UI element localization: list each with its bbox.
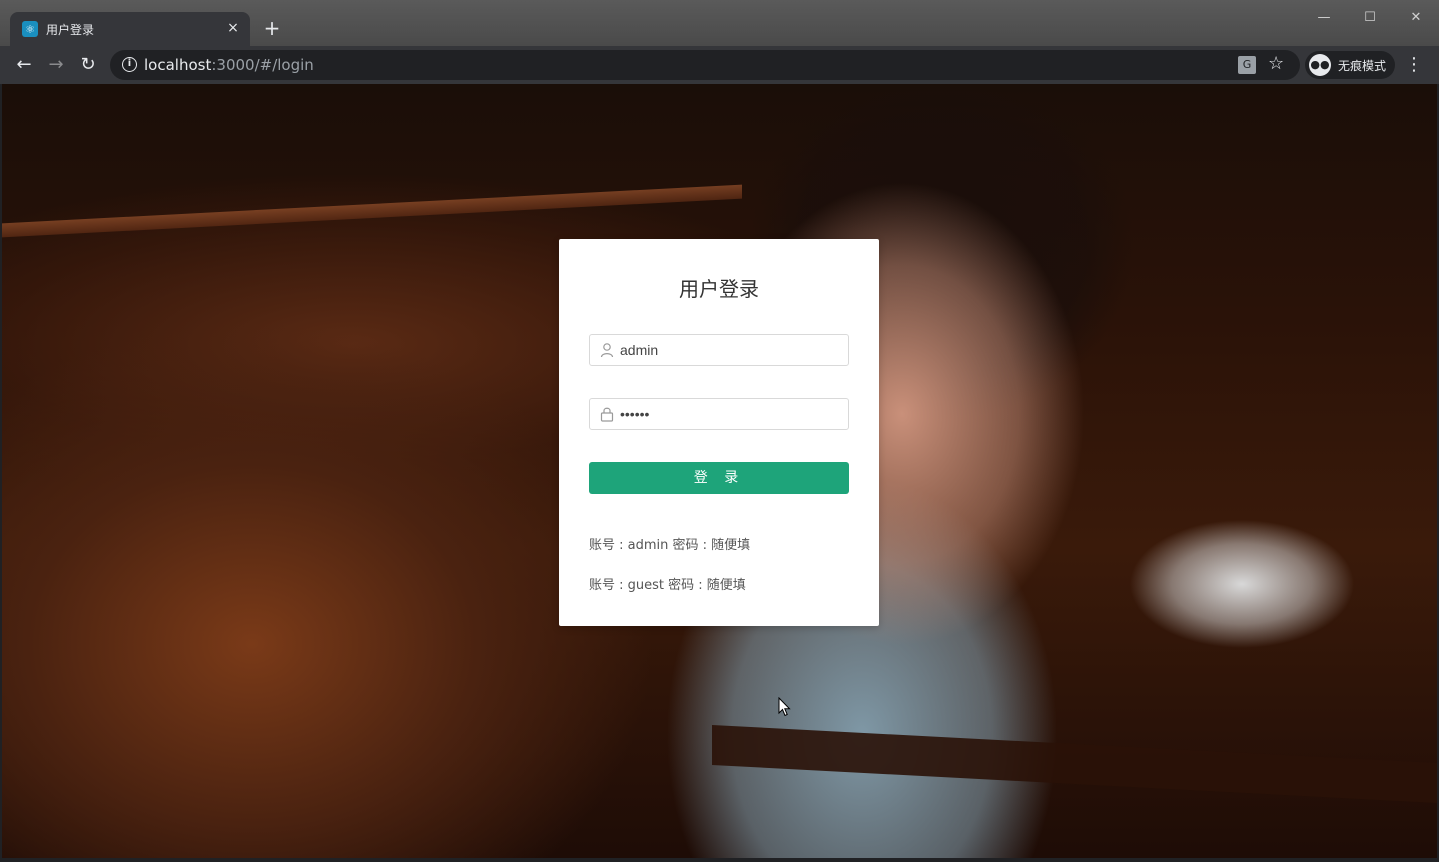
password-input[interactable]: [620, 399, 840, 429]
tab-active[interactable]: ⚛ 用户登录 ×: [10, 12, 250, 46]
translate-icon[interactable]: G: [1238, 56, 1256, 74]
tab-strip: ⚛ 用户登录 × + — ☐ ✕: [0, 0, 1439, 46]
login-card: 用户登录 登 录 账号 : admin 密码 : 随便填 账号 : guest …: [559, 239, 879, 626]
window-controls: — ☐ ✕: [1301, 0, 1439, 34]
close-window-button[interactable]: ✕: [1393, 0, 1439, 34]
login-button[interactable]: 登 录: [589, 462, 849, 494]
incognito-icon: ●●: [1309, 54, 1331, 76]
tab-title: 用户登录: [46, 23, 95, 37]
incognito-profile-button[interactable]: ●● 无痕模式: [1305, 51, 1395, 79]
username-field[interactable]: [589, 334, 849, 366]
username-input[interactable]: [620, 335, 840, 365]
tab-close-icon[interactable]: ×: [224, 19, 242, 37]
password-field[interactable]: [589, 398, 849, 430]
url-host: localhost: [144, 56, 212, 74]
back-button[interactable]: ←: [12, 53, 36, 77]
star-icon[interactable]: ☆: [1268, 53, 1284, 74]
browser-chrome: ⚛ 用户登录 × + — ☐ ✕ ← → ↻ i localhost:3000/…: [0, 0, 1439, 84]
mouse-cursor-icon: [778, 697, 791, 717]
address-bar[interactable]: i localhost:3000/#/login G ☆: [110, 50, 1300, 80]
browser-toolbar: ← → ↻ i localhost:3000/#/login G ☆ ●● 无痕…: [0, 46, 1439, 84]
new-tab-button[interactable]: +: [260, 16, 284, 40]
info-icon[interactable]: i: [122, 57, 137, 72]
profile-label: 无痕模式: [1338, 59, 1387, 73]
reload-button[interactable]: ↻: [76, 53, 100, 77]
menu-icon[interactable]: ⋮: [1404, 53, 1424, 77]
lock-icon: [600, 407, 614, 422]
url-path: :3000/#/login: [211, 56, 314, 74]
minimize-button[interactable]: —: [1301, 0, 1347, 34]
forward-button[interactable]: →: [44, 53, 68, 77]
maximize-button[interactable]: ☐: [1347, 0, 1393, 34]
react-favicon-icon: ⚛: [22, 21, 38, 37]
account-hint-guest: 账号 : guest 密码 : 随便填: [589, 578, 746, 593]
url-text[interactable]: localhost:3000/#/login: [144, 56, 314, 74]
user-icon: [600, 343, 614, 358]
login-title: 用户登录: [679, 277, 759, 301]
page-viewport: 用户登录 登 录 账号 : admin 密码 : 随便填 账号 : guest …: [2, 84, 1437, 858]
account-hint-admin: 账号 : admin 密码 : 随便填: [589, 538, 751, 553]
